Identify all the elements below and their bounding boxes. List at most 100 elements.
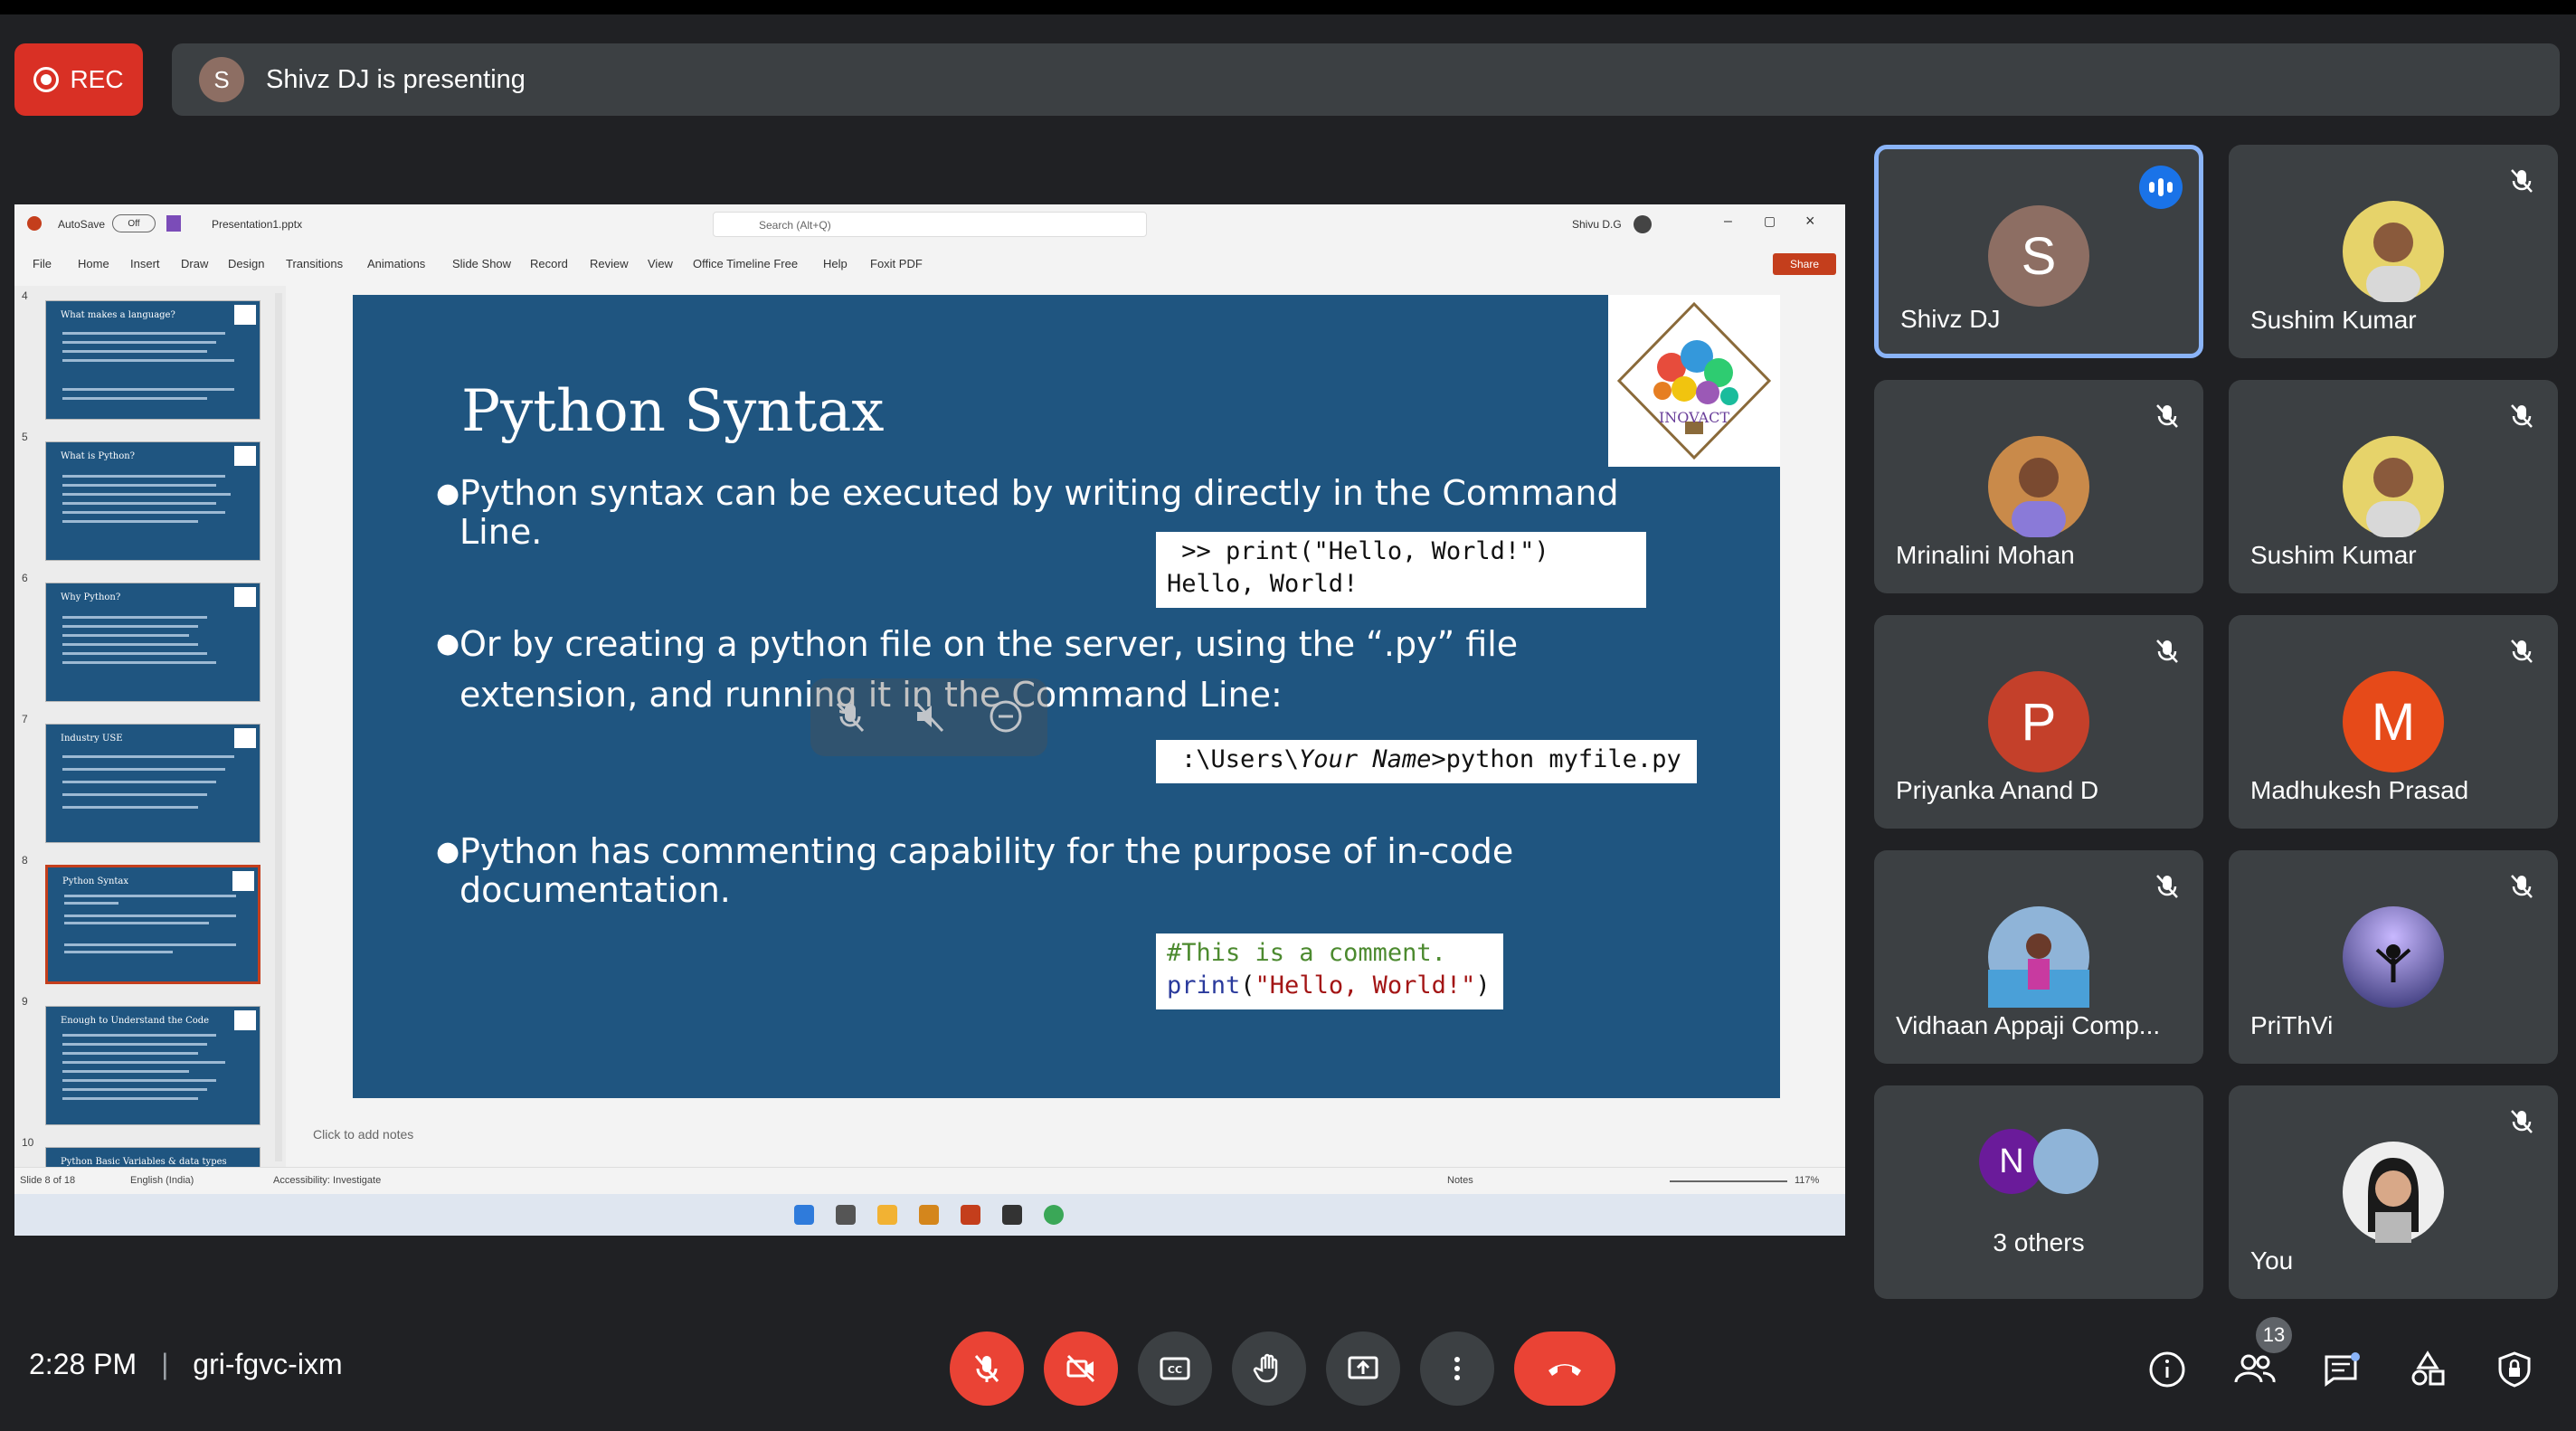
slide-thumbnail[interactable]: Python Basic Variables & data types	[45, 1147, 260, 1168]
language-status[interactable]: English (India)	[130, 1175, 194, 1186]
notes-placeholder[interactable]: Click to add notes	[313, 1127, 413, 1142]
code-paren: (	[1240, 971, 1255, 1000]
code-paren: )	[1475, 971, 1491, 1000]
meeting-info: 2:28 PM | gri-fgvc-ixm	[29, 1348, 343, 1381]
people-icon	[2234, 1354, 2276, 1383]
ppt-ribbon-tabs: File Home Insert Draw Design Transitions…	[14, 250, 1845, 280]
bullet-3[interactable]: Python has commenting capability for the…	[436, 832, 1681, 910]
menu-view[interactable]: View	[648, 257, 673, 270]
slide-thumbnail[interactable]: Industry USE	[45, 724, 260, 843]
ppt-titlebar: AutoSave Off Presentation1.pptx Search (…	[14, 204, 1845, 246]
menu-office-timeline[interactable]: Office Timeline Free	[693, 257, 798, 270]
participant-tile[interactable]: Mrinalini Mohan	[1874, 380, 2203, 593]
remove-icon[interactable]	[988, 698, 1024, 734]
accessibility-status[interactable]: Accessibility: Investigate	[273, 1175, 381, 1186]
autosave-toggle[interactable]: Off	[112, 214, 156, 232]
ppt-search-input[interactable]: Search (Alt+Q)	[713, 212, 1147, 237]
save-icon[interactable]	[166, 215, 181, 232]
present-button[interactable]	[1326, 1331, 1400, 1406]
code-block-1[interactable]: >> print("Hello, World!") Hello, World!	[1156, 532, 1646, 608]
menu-home[interactable]: Home	[78, 257, 109, 270]
thumb-number: 4	[22, 289, 28, 302]
task-view-icon[interactable]	[836, 1205, 856, 1225]
participant-tile[interactable]: Vidhaan Appaji Comp...	[1874, 850, 2203, 1064]
start-icon[interactable]	[794, 1205, 814, 1225]
file-explorer-icon[interactable]	[877, 1205, 897, 1225]
others-tile[interactable]: N 3 others	[1874, 1085, 2203, 1299]
slide-title[interactable]: Python Syntax	[461, 378, 884, 445]
powerpoint-taskbar-icon[interactable]	[961, 1205, 980, 1225]
menu-animations[interactable]: Animations	[367, 257, 425, 270]
menu-slideshow[interactable]: Slide Show	[452, 257, 511, 270]
raise-hand-button[interactable]	[1232, 1331, 1306, 1406]
mute-all-icon[interactable]	[832, 698, 868, 734]
slide-thumbnail[interactable]: Enough to Understand the Code	[45, 1006, 260, 1125]
menu-design[interactable]: Design	[228, 257, 264, 270]
code-block-2[interactable]: :\Users\Your Name>python myfile.py	[1156, 740, 1697, 783]
camera-toggle-button[interactable]	[1044, 1331, 1118, 1406]
chrome-icon[interactable]	[1044, 1205, 1064, 1225]
maximize-icon[interactable]: ▢	[1764, 213, 1776, 229]
leave-call-button[interactable]	[1514, 1331, 1615, 1406]
menu-record[interactable]: Record	[530, 257, 568, 270]
logo-text: INOVACT	[1658, 409, 1730, 426]
zoom-slider[interactable]	[1670, 1180, 1787, 1182]
menu-help[interactable]: Help	[823, 257, 848, 270]
self-tile[interactable]: You	[2229, 1085, 2558, 1299]
participant-tile[interactable]: Sushim Kumar	[2229, 145, 2558, 358]
thumb-number: 7	[22, 713, 28, 725]
bullet-2[interactable]: Or by creating a python file on the serv…	[436, 619, 1635, 720]
mute-audio-icon[interactable]	[912, 698, 948, 734]
menu-transitions[interactable]: Transitions	[286, 257, 343, 270]
slide-thumbnail-selected[interactable]: Python Syntax	[45, 865, 260, 984]
menu-review[interactable]: Review	[590, 257, 629, 270]
captions-button[interactable]: CC	[1138, 1331, 1212, 1406]
logo-icon	[234, 728, 256, 748]
participant-tile[interactable]: Sushim Kumar	[2229, 380, 2558, 593]
menu-insert[interactable]: Insert	[130, 257, 160, 270]
mic-toggle-button[interactable]	[950, 1331, 1024, 1406]
terminal-icon[interactable]	[1002, 1205, 1022, 1225]
thumbnail-scrollbar[interactable]	[275, 293, 282, 1161]
mic-off-icon	[2156, 404, 2178, 428]
host-controls-button[interactable]	[2491, 1346, 2538, 1393]
mic-off-icon	[2511, 169, 2533, 193]
speaking-indicator-icon	[2139, 166, 2183, 209]
present-icon	[1348, 1356, 1378, 1379]
code-block-3[interactable]: #This is a comment. print("Hello, World!…	[1156, 933, 1503, 1009]
recording-indicator[interactable]: REC	[14, 43, 143, 116]
presenter-avatar: S	[199, 57, 244, 102]
slide-thumbnail[interactable]: Why Python?	[45, 583, 260, 702]
menu-draw[interactable]: Draw	[181, 257, 208, 270]
participant-tile[interactable]: M Madhukesh Prasad	[2229, 615, 2558, 829]
file-name[interactable]: Presentation1.pptx	[212, 218, 302, 231]
logo-icon	[234, 587, 256, 607]
participant-tile-shivz[interactable]: S Shivz DJ	[1874, 145, 2203, 358]
close-icon[interactable]: ×	[1805, 212, 1815, 231]
chat-button[interactable]	[2317, 1346, 2364, 1393]
activities-button[interactable]	[2404, 1346, 2451, 1393]
avatar: S	[1988, 205, 2089, 307]
sublime-icon[interactable]	[919, 1205, 939, 1225]
avatar	[1988, 436, 2089, 537]
user-avatar[interactable]	[1634, 215, 1652, 233]
participant-tile[interactable]: PriThVi	[2229, 850, 2558, 1064]
camera-off-icon	[1066, 1354, 1095, 1383]
presenting-banner: S Shivz DJ is presenting	[172, 43, 2560, 116]
ppt-statusbar: Slide 8 of 18 English (India) Accessibil…	[14, 1167, 1845, 1195]
slide-thumbnail[interactable]: What makes a language?	[45, 300, 260, 420]
avatar	[2033, 1129, 2098, 1194]
participant-tile[interactable]: P Priyanka Anand D	[1874, 615, 2203, 829]
thumb-number: 5	[22, 431, 28, 443]
meeting-details-button[interactable]	[2144, 1346, 2191, 1393]
zoom-level[interactable]: 117%	[1795, 1175, 1819, 1186]
meeting-code[interactable]: gri-fgvc-ixm	[193, 1348, 342, 1380]
menu-foxit[interactable]: Foxit PDF	[870, 257, 923, 270]
share-button[interactable]: Share	[1773, 253, 1836, 275]
slide-thumbnail[interactable]: What is Python?	[45, 441, 260, 561]
more-options-button[interactable]	[1420, 1331, 1494, 1406]
menu-file[interactable]: File	[33, 257, 52, 270]
notes-toggle[interactable]: Notes	[1447, 1175, 1473, 1186]
minimize-icon[interactable]: –	[1724, 213, 1732, 230]
mic-off-icon	[2511, 640, 2533, 663]
